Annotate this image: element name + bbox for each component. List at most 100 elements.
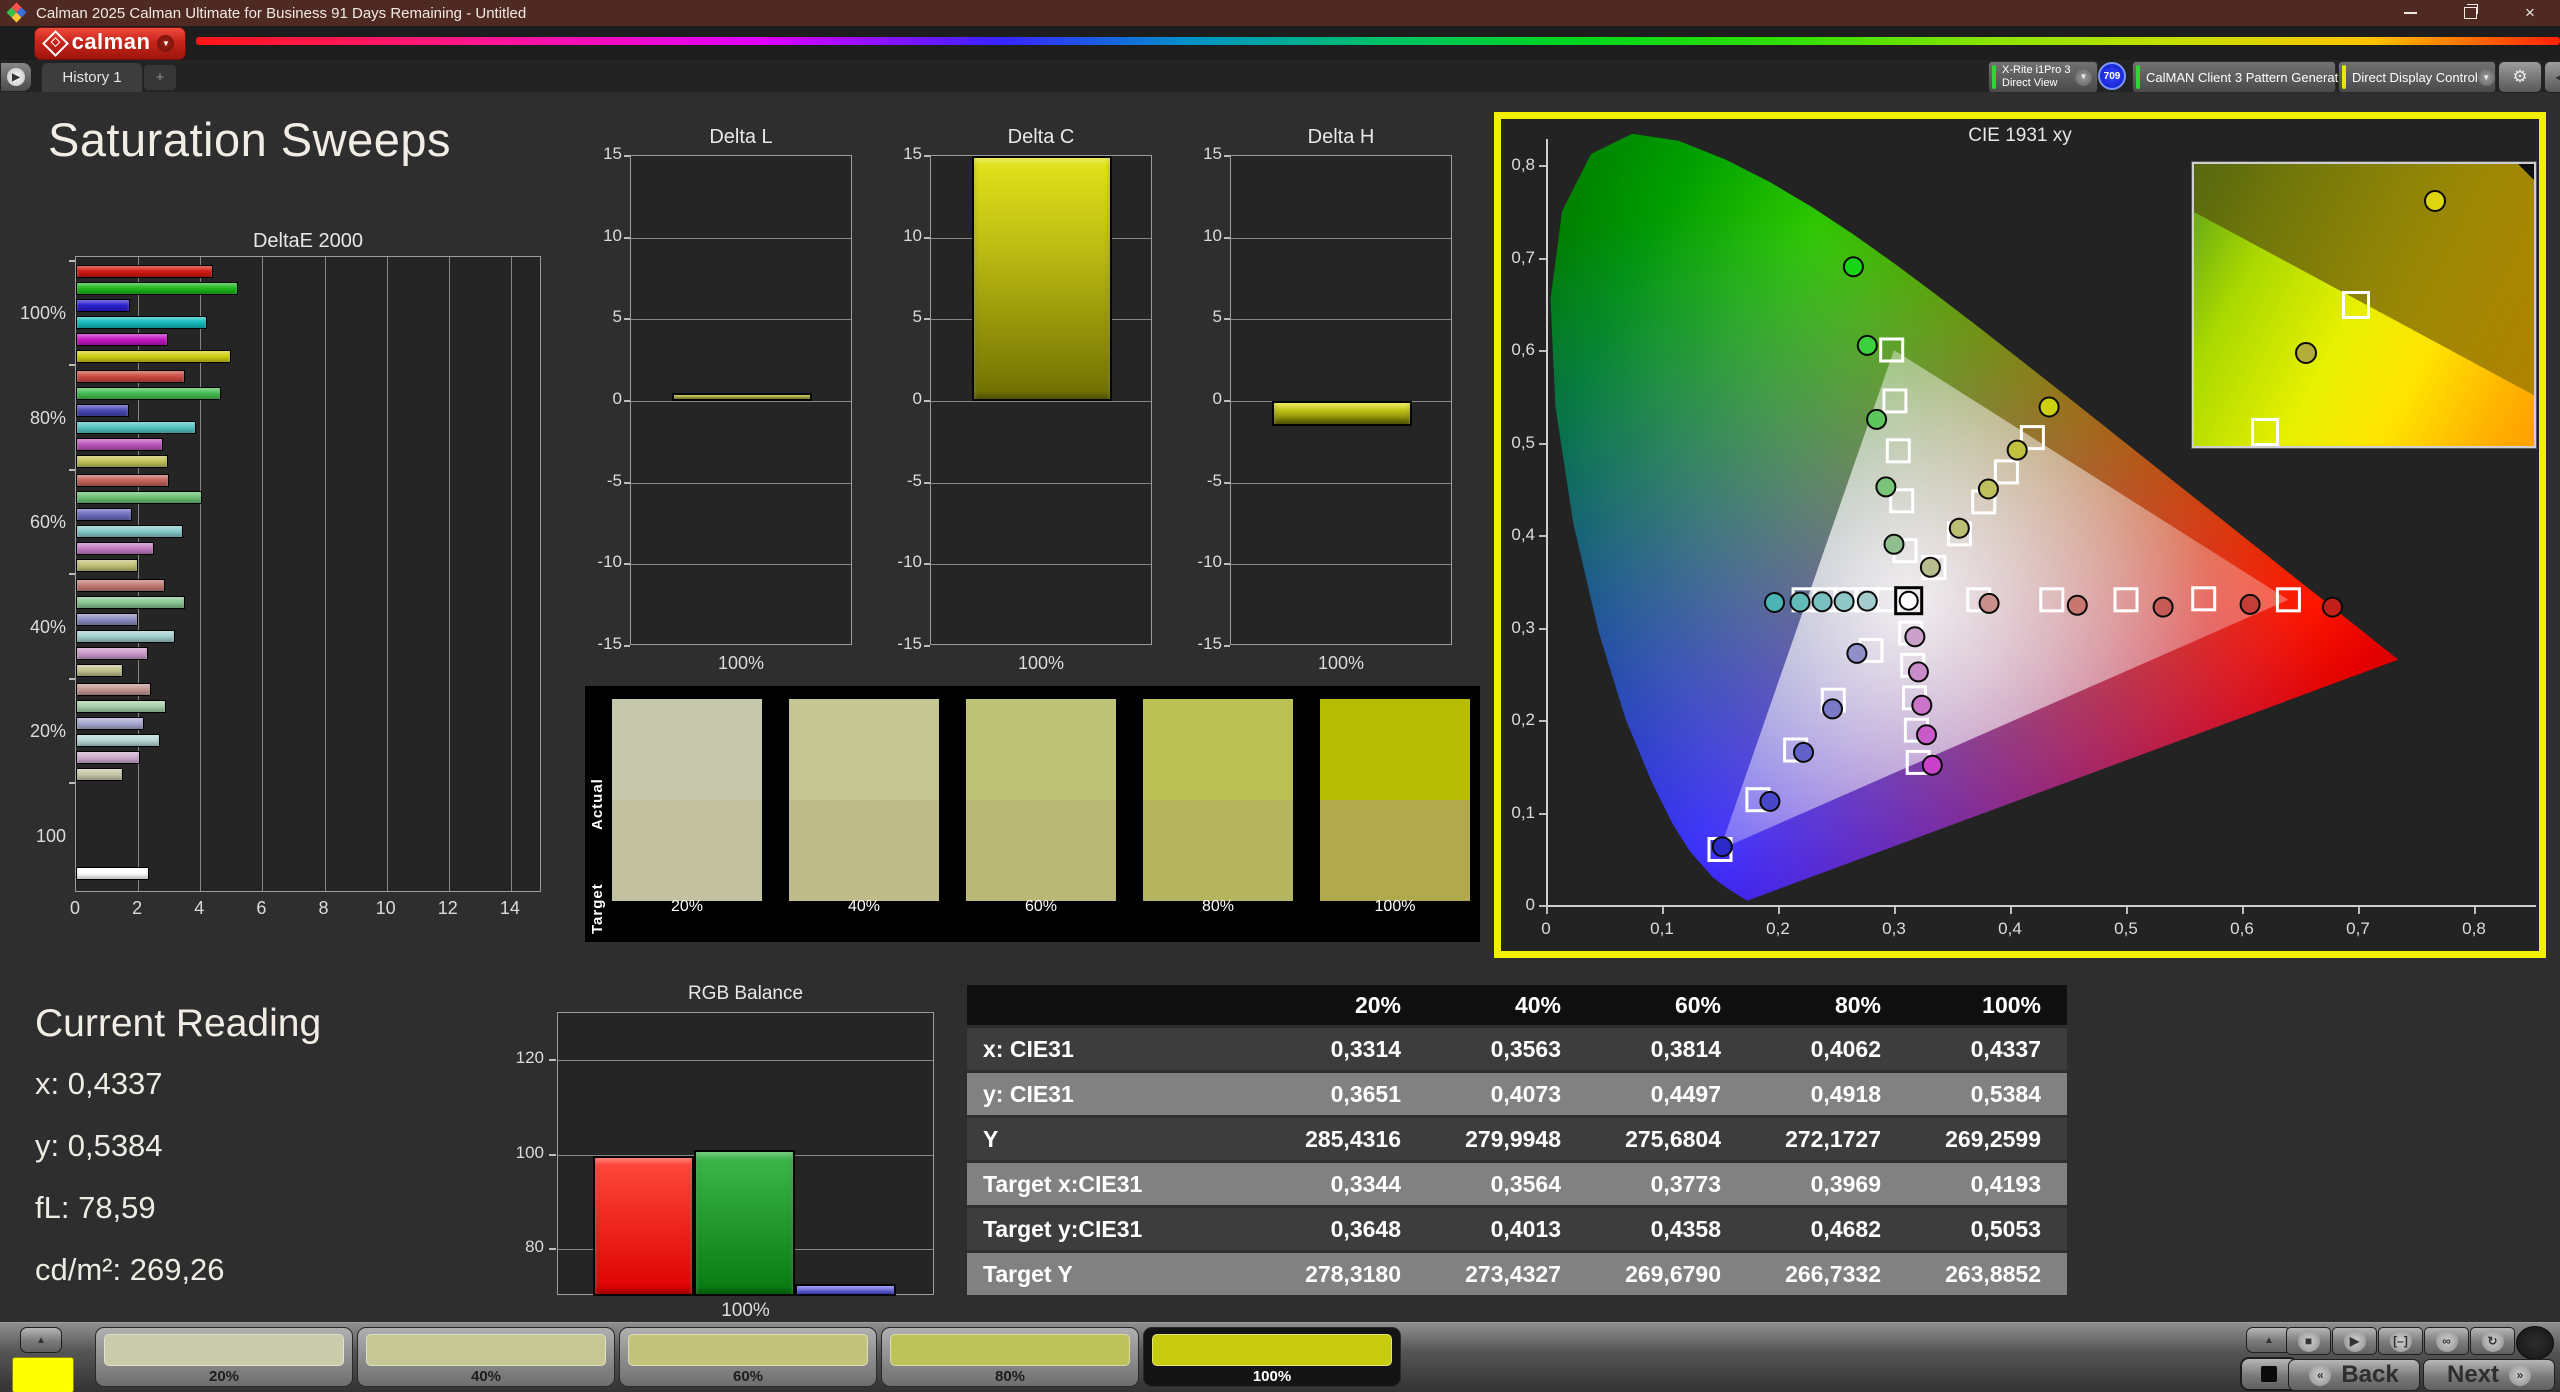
pattern-label: 100% <box>1144 1368 1400 1385</box>
swatch-column <box>789 699 939 901</box>
gridline <box>631 401 851 402</box>
calman-menu-button[interactable]: calman ▼ <box>34 27 186 60</box>
x-tick-label: 0,6 <box>2217 919 2267 939</box>
table-value-cell: 0,3648 <box>1267 1216 1427 1243</box>
settings-button[interactable]: ⚙ <box>2498 61 2542 93</box>
y-tick-label: 10 <box>1178 226 1222 246</box>
rgb-balance-chart <box>557 1012 934 1295</box>
add-tab-button[interactable]: + <box>144 65 176 90</box>
blue-balance-bar <box>795 1284 896 1296</box>
table-value-cell: 0,5053 <box>1907 1216 2067 1243</box>
pattern-button-60%[interactable]: 60% <box>619 1327 877 1387</box>
loop-icon: ∞ <box>2436 1330 2458 1352</box>
y-tick-label: -10 <box>878 552 922 572</box>
current-reading-line: cd/m²: 269,26 <box>35 1252 225 1288</box>
collapse-panel-button[interactable]: ◀ <box>2544 61 2560 93</box>
deltae-bar <box>76 647 148 660</box>
table-value-cell: 275,6804 <box>1587 1126 1747 1153</box>
actual-swatch <box>789 699 939 800</box>
y-tick-label: -15 <box>578 634 622 654</box>
cie-measured-point <box>1791 593 1810 612</box>
x-tick-label: 8 <box>304 898 344 919</box>
table-row-label: Target y:CIE31 <box>967 1216 1267 1243</box>
cie-measured-point <box>1876 477 1895 496</box>
table-row: Target x:CIE310,33440,35640,37730,39690,… <box>967 1163 2067 1205</box>
play-button[interactable]: ▶ <box>2332 1327 2377 1355</box>
y-tick <box>624 237 630 239</box>
y-tick <box>69 678 75 680</box>
table-value-cell: 273,4327 <box>1427 1261 1587 1288</box>
table-value-cell: 0,4918 <box>1747 1081 1907 1108</box>
pattern-label: 60% <box>620 1368 876 1385</box>
step-button[interactable]: [–] <box>2378 1327 2423 1355</box>
display-status-bar <box>2342 65 2346 89</box>
y-tick-label: 0 <box>1178 389 1222 409</box>
y-tick-label: 15 <box>878 144 922 164</box>
next-button[interactable]: Next » <box>2423 1359 2555 1391</box>
table-value-cell: 279,9948 <box>1427 1126 1587 1153</box>
table-value-cell: 0,4193 <box>1907 1171 2067 1198</box>
pattern-button-80%[interactable]: 80% <box>881 1327 1139 1387</box>
x-tick <box>1546 907 1548 914</box>
cie-measured-point <box>1905 627 1924 646</box>
y-tick <box>1224 645 1230 647</box>
back-button[interactable]: « Back <box>2288 1359 2420 1391</box>
pattern-panel-expand-button[interactable]: ▲ <box>20 1327 62 1353</box>
pattern-preview-swatch[interactable] <box>12 1357 74 1392</box>
y-tick <box>924 318 930 320</box>
header: calman ▼ <box>0 26 2560 60</box>
table-header-cell: 20% <box>1267 992 1427 1019</box>
cie-measured-point <box>1713 837 1732 856</box>
current-reading-line: fL: 78,59 <box>35 1190 156 1226</box>
table-value-cell: 0,3773 <box>1587 1171 1747 1198</box>
gridline <box>325 257 326 891</box>
table-row: x: CIE310,33140,35630,38140,40620,4337 <box>967 1028 2067 1070</box>
pattern-button-40%[interactable]: 40% <box>357 1327 615 1387</box>
cie-measured-point <box>2241 595 2260 614</box>
y-tick <box>1224 155 1230 157</box>
y-tick-label: 15 <box>578 144 622 164</box>
minimize-button[interactable] <box>2380 0 2440 26</box>
current-reading-title: Current Reading <box>35 1002 321 1046</box>
y-tick <box>1539 350 1546 352</box>
y-tick <box>624 563 630 565</box>
table-value-cell: 266,7332 <box>1747 1261 1907 1288</box>
rainbow-divider <box>196 37 2560 45</box>
loop-button[interactable]: ∞ <box>2424 1327 2469 1355</box>
colorspace-709-badge[interactable]: 709 <box>2098 62 2126 90</box>
cie-measured-point <box>1909 662 1928 681</box>
y-axis <box>1546 139 1548 907</box>
cie-whitepoint <box>1900 592 1918 610</box>
gridline <box>1231 564 1451 565</box>
cie-measured-point <box>1980 594 1999 613</box>
deltae-bar <box>76 630 175 643</box>
table-value-cell: 0,3814 <box>1587 1036 1747 1063</box>
pattern-button-100%[interactable]: 100% <box>1143 1327 1401 1387</box>
layout-expander-button[interactable]: ▶ <box>0 62 32 92</box>
x-tick <box>2474 907 2476 914</box>
chevron-up-icon: ▲ <box>36 1335 46 1346</box>
pattern-button-20%[interactable]: 20% <box>95 1327 353 1387</box>
y-tick <box>69 364 75 366</box>
x-tick <box>2126 907 2128 914</box>
maximize-button[interactable] <box>2440 0 2500 26</box>
display-control-dropdown[interactable]: Direct Display Control ▼ <box>2338 61 2496 93</box>
table-row: y: CIE310,36510,40730,44970,49180,5384 <box>967 1073 2067 1115</box>
close-button[interactable]: × <box>2500 0 2560 26</box>
refresh-button[interactable]: ↻ <box>2470 1327 2515 1355</box>
deltae-bar <box>76 438 163 451</box>
table-value-cell: 269,6790 <box>1587 1261 1747 1288</box>
meter-dropdown[interactable]: X-Rite i1Pro 3 Direct View ▼ <box>1988 61 2098 93</box>
gridline <box>931 483 1151 484</box>
cie-measured-point <box>1858 592 1877 611</box>
x-tick-label: 4 <box>179 898 219 919</box>
y-tick-label: 5 <box>1178 307 1222 327</box>
pattern-generator-dropdown[interactable]: CalMAN Client 3 Pattern Generator ▼ <box>2132 61 2336 93</box>
deltae-bar <box>76 542 154 555</box>
deltae-bar <box>76 734 160 747</box>
x-axis-label: 100% <box>557 1300 934 1322</box>
table-value-cell: 263,8852 <box>1907 1261 2067 1288</box>
tab-history-1[interactable]: History 1 <box>42 63 142 92</box>
deltae-bar <box>76 683 151 696</box>
stop-button[interactable]: ■ <box>2286 1327 2331 1355</box>
